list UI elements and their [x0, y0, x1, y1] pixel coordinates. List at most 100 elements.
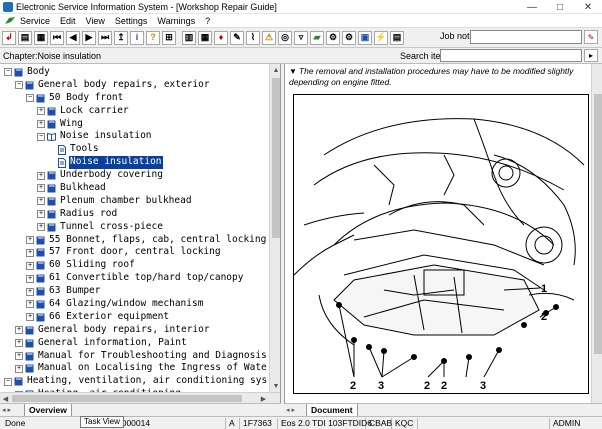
expand-icon[interactable]: +	[26, 274, 34, 283]
expand-icon[interactable]: +	[26, 248, 34, 257]
expand-icon[interactable]: +	[37, 107, 45, 116]
tree-node[interactable]: + Manual for Troubleshooting and Diagnosi…	[0, 350, 268, 363]
notes-icon[interactable]: ▦	[34, 30, 48, 45]
scroll-up-icon[interactable]: ▲	[270, 64, 280, 76]
next-page-icon[interactable]: ▶	[82, 30, 96, 45]
tree-node[interactable]: − 50 Body front	[0, 92, 268, 105]
gearbox-icon[interactable]: ⚙	[342, 30, 356, 45]
scroll-right-icon[interactable]: ▶	[258, 393, 269, 403]
print-icon[interactable]: ▤	[18, 30, 32, 45]
expand-icon[interactable]: +	[15, 352, 23, 361]
electrical-icon[interactable]: ⚡	[374, 30, 388, 45]
tree-node[interactable]: Noise insulation	[0, 156, 268, 170]
bucket-icon[interactable]: ▿	[294, 30, 308, 45]
tree-node[interactable]: + Manual on Localising the Ingress of Wat…	[0, 362, 268, 375]
tree-node[interactable]: + Lock carrier	[0, 105, 268, 118]
tree-node[interactable]: +61 Convertible top/hard top/canopy	[0, 272, 268, 285]
job-note-clear-icon[interactable]: ✎	[584, 30, 598, 44]
menu-settings[interactable]: Settings	[115, 16, 148, 26]
expand-icon[interactable]: +	[26, 300, 34, 309]
document-vertical-scrollbar[interactable]	[591, 64, 602, 403]
car-icon[interactable]: ▰	[310, 30, 324, 45]
grid-icon[interactable]: ▦	[198, 30, 212, 45]
expand-icon[interactable]: +	[37, 120, 45, 128]
search-icon[interactable]: ▸	[584, 49, 598, 62]
fire-icon[interactable]: ♦	[214, 30, 228, 45]
tree-node[interactable]: − Body	[0, 66, 268, 79]
expand-icon[interactable]: +	[37, 171, 45, 180]
tree-node[interactable]: − Noise insulation	[0, 130, 268, 143]
previous-page-icon[interactable]: ◀	[66, 30, 80, 45]
minimize-button[interactable]: —	[518, 0, 546, 14]
tree-node[interactable]: + Tunnel cross-piece	[0, 221, 268, 234]
tree-node[interactable]: + Underbody covering	[0, 169, 268, 182]
tree-vertical-scrollbar[interactable]: ▲ ▼	[269, 64, 280, 392]
chart-icon[interactable]: ▤	[390, 30, 404, 45]
scroll-down-icon[interactable]: ▼	[270, 380, 280, 392]
first-page-icon[interactable]: ⏮	[50, 30, 64, 45]
bookmark-icon[interactable]: ⊞	[162, 30, 176, 45]
collapse-icon[interactable]: −	[15, 81, 23, 90]
search-input[interactable]	[440, 49, 582, 62]
tree-node[interactable]: +57 Front door, central locking	[0, 246, 268, 259]
collapse-icon[interactable]: −	[37, 132, 45, 141]
tools-icon[interactable]: ✎	[230, 30, 244, 45]
collapse-icon[interactable]: −	[4, 68, 12, 77]
menu-service[interactable]: Service	[20, 16, 50, 26]
tree-node[interactable]: + General information, Paint	[0, 337, 268, 350]
expand-icon[interactable]: +	[37, 223, 45, 232]
last-page-icon[interactable]: ⏭	[98, 30, 112, 45]
job-note-input[interactable]	[470, 30, 582, 44]
tree-horizontal-scrollbar[interactable]: ◀ ▶	[0, 392, 280, 403]
menu-edit[interactable]: Edit	[60, 16, 76, 26]
collapse-icon[interactable]: −	[4, 377, 12, 386]
expand-icon[interactable]: +	[15, 339, 23, 348]
expand-icon[interactable]: +	[26, 261, 34, 270]
tree-node[interactable]: − Heating, ventilation, air conditioning …	[0, 375, 268, 388]
expand-icon[interactable]: +	[15, 364, 23, 373]
logout-icon[interactable]: ↲	[2, 30, 16, 45]
scroll-left-icon[interactable]: ◀	[0, 393, 11, 403]
wiring-icon[interactable]: ⌇	[246, 30, 260, 45]
info-icon[interactable]: i	[130, 30, 144, 45]
tree-node[interactable]: Tools	[0, 143, 268, 156]
help-icon[interactable]: ?	[146, 30, 160, 45]
tree-node[interactable]: +64 Glazing/window mechanism	[0, 298, 268, 311]
tree-node[interactable]: + Radius rod	[0, 208, 268, 221]
expand-icon[interactable]: +	[37, 210, 45, 219]
expand-icon[interactable]: +	[26, 313, 34, 322]
menu-help[interactable]: ?	[205, 16, 210, 26]
expand-icon[interactable]: +	[37, 184, 45, 193]
document-scroll-thumb[interactable]	[594, 94, 602, 354]
engine-icon[interactable]: ⚙	[326, 30, 340, 45]
tab-scroll-arrows-icon[interactable]: ◂ ▸	[2, 406, 11, 414]
maximize-button[interactable]: □	[546, 0, 574, 14]
doc-tab-scroll-arrows-icon[interactable]: ◂ ▸	[286, 406, 295, 414]
tree-node[interactable]: +63 Bumper	[0, 285, 268, 298]
tire-icon[interactable]: ◎	[278, 30, 292, 45]
body-icon[interactable]: ▣	[358, 30, 372, 45]
tree-node[interactable]: + Bulkhead	[0, 182, 268, 195]
expand-icon[interactable]: +	[26, 236, 34, 245]
tree-node[interactable]: + General body repairs, interior	[0, 324, 268, 337]
tree-node[interactable]: − General body repairs, exterior	[0, 79, 268, 92]
tree-node[interactable]: +60 Sliding roof	[0, 259, 268, 272]
menu-view[interactable]: View	[86, 16, 105, 26]
menu-warnings[interactable]: Warnings	[157, 16, 195, 26]
warning-icon[interactable]: ⚠	[262, 30, 276, 45]
tree-node[interactable]: + Plenum chamber bulkhead	[0, 195, 268, 208]
jump-icon[interactable]: ↥	[114, 30, 128, 45]
app-menu-icon[interactable]	[4, 16, 16, 26]
tree-scroll-thumb[interactable]	[272, 78, 280, 238]
tree-hscroll-thumb[interactable]	[12, 395, 242, 402]
tree-node[interactable]: +66 Exterior equipment	[0, 311, 268, 324]
tree-node-label: General information, Paint	[38, 336, 187, 348]
expand-icon[interactable]: +	[26, 287, 34, 296]
close-button[interactable]: ✕	[574, 0, 602, 14]
tree-node[interactable]: +55 Bonnet, flaps, cab, central locking	[0, 234, 268, 247]
tree-node[interactable]: + Wing	[0, 118, 268, 131]
expand-icon[interactable]: +	[37, 197, 45, 206]
collapse-icon[interactable]: −	[26, 94, 34, 103]
calculator-icon[interactable]: ▥	[182, 30, 196, 45]
expand-icon[interactable]: +	[15, 326, 23, 335]
